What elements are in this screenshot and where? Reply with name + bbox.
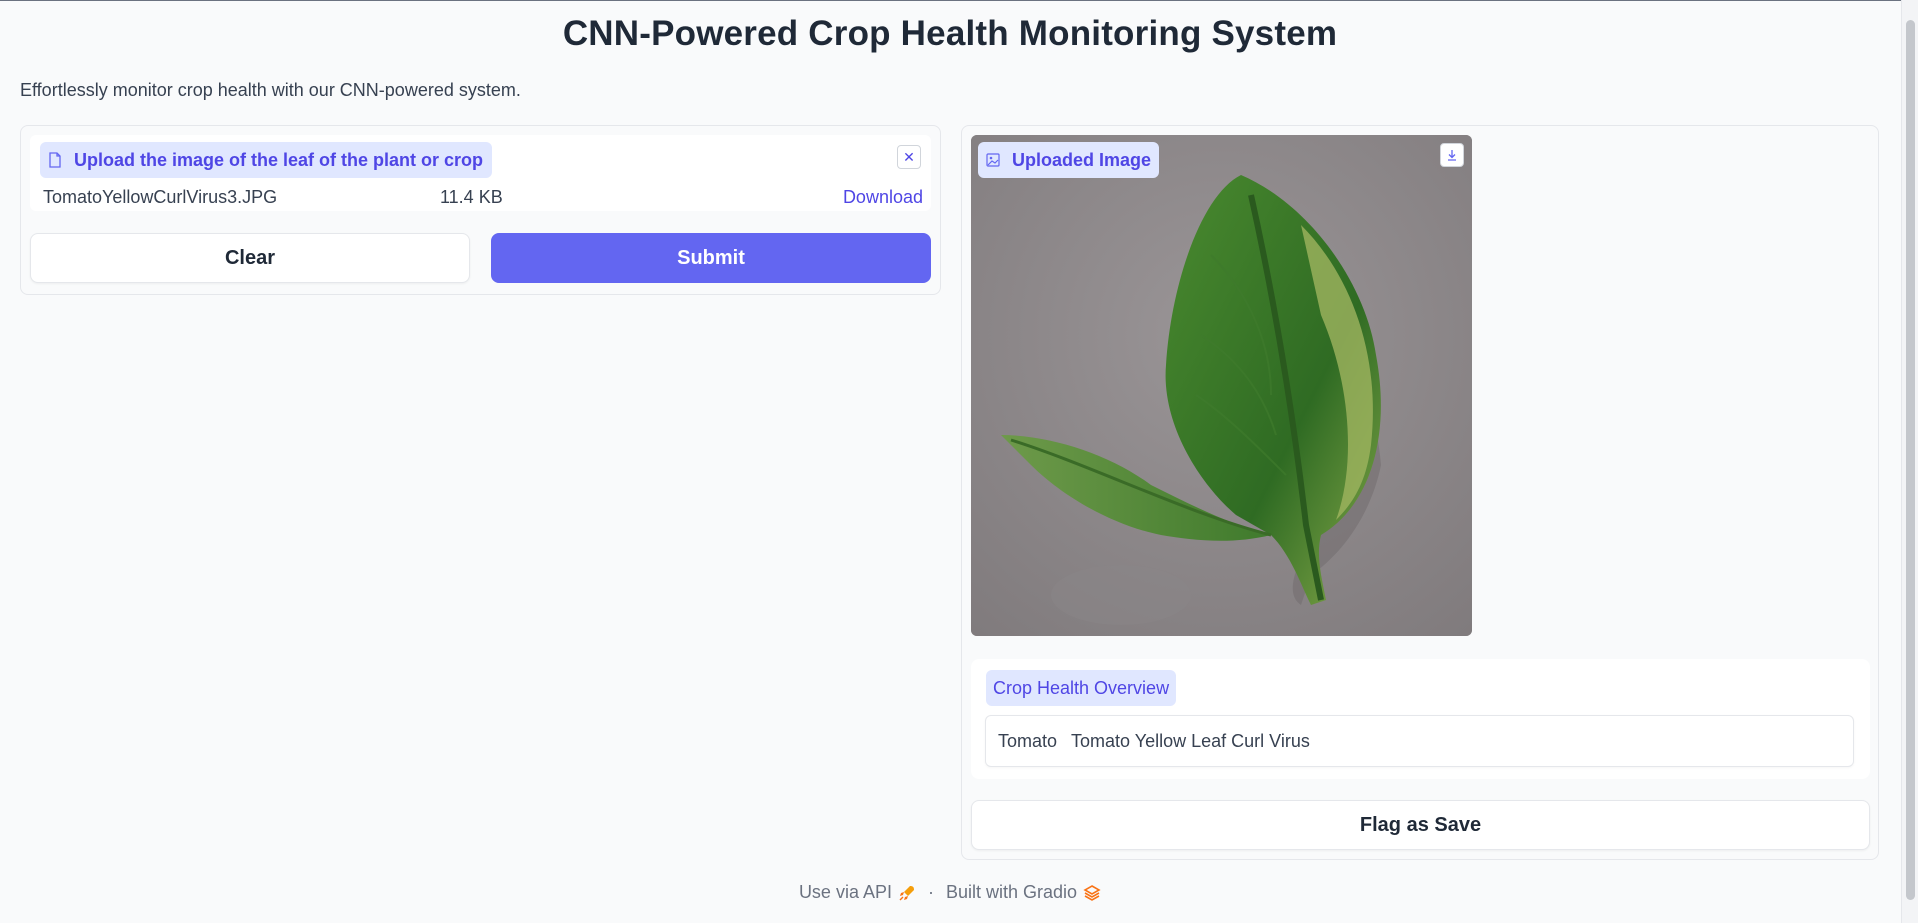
submit-button[interactable]: Submit xyxy=(491,233,931,283)
image-icon xyxy=(986,153,1000,167)
image-label-badge: Uploaded Image xyxy=(978,142,1160,178)
built-with-gradio-link[interactable]: Built with Gradio xyxy=(946,882,1077,903)
close-icon[interactable]: ✕ xyxy=(897,145,921,169)
file-icon xyxy=(49,152,61,168)
upload-label-badge: Upload the image of the leaf of the plan… xyxy=(40,142,493,178)
overview-label: Crop Health Overview xyxy=(986,670,1177,706)
footer: Use via API · Built with Gradio xyxy=(0,882,1900,903)
window-top-border xyxy=(0,0,1918,1)
page-description: Effortlessly monitor crop health with ou… xyxy=(20,80,521,100)
rocket-icon xyxy=(899,885,914,900)
file-upload-block[interactable]: Upload the image of the leaf of the plan… xyxy=(30,135,931,211)
download-link[interactable]: Download xyxy=(843,187,923,208)
gradio-logo-icon xyxy=(1083,884,1101,901)
crop-health-overview: Crop Health Overview Tomato Tomato Yello… xyxy=(971,659,1870,779)
use-api-link[interactable]: Use via API xyxy=(799,882,892,903)
flag-button[interactable]: Flag as Save xyxy=(971,800,1870,850)
crop-condition: Tomato Yellow Leaf Curl Virus xyxy=(1071,730,1310,751)
output-panel: Uploaded Image Crop Health Overview Toma… xyxy=(961,125,1879,860)
scrollbar-thumb[interactable] xyxy=(1906,20,1915,900)
overview-result: Tomato Tomato Yellow Leaf Curl Virus xyxy=(985,715,1854,767)
upload-label: Upload the image of the leaf of the plan… xyxy=(74,149,484,170)
file-size: 11.4 KB xyxy=(440,187,503,207)
leaf-image xyxy=(971,135,1472,636)
footer-separator: · xyxy=(927,882,934,902)
clear-button[interactable]: Clear xyxy=(30,233,470,283)
file-name: TomatoYellowCurlVirus3.JPG xyxy=(43,187,278,207)
download-icon[interactable] xyxy=(1440,143,1464,167)
page-title: CNN-Powered Crop Health Monitoring Syste… xyxy=(562,14,1338,53)
input-panel: Upload the image of the leaf of the plan… xyxy=(20,125,941,295)
crop-name: Tomato xyxy=(998,730,1058,751)
uploaded-image: Uploaded Image xyxy=(971,135,1472,636)
page-scrollbar[interactable] xyxy=(1901,0,1918,923)
image-label: Uploaded Image xyxy=(1012,149,1152,170)
